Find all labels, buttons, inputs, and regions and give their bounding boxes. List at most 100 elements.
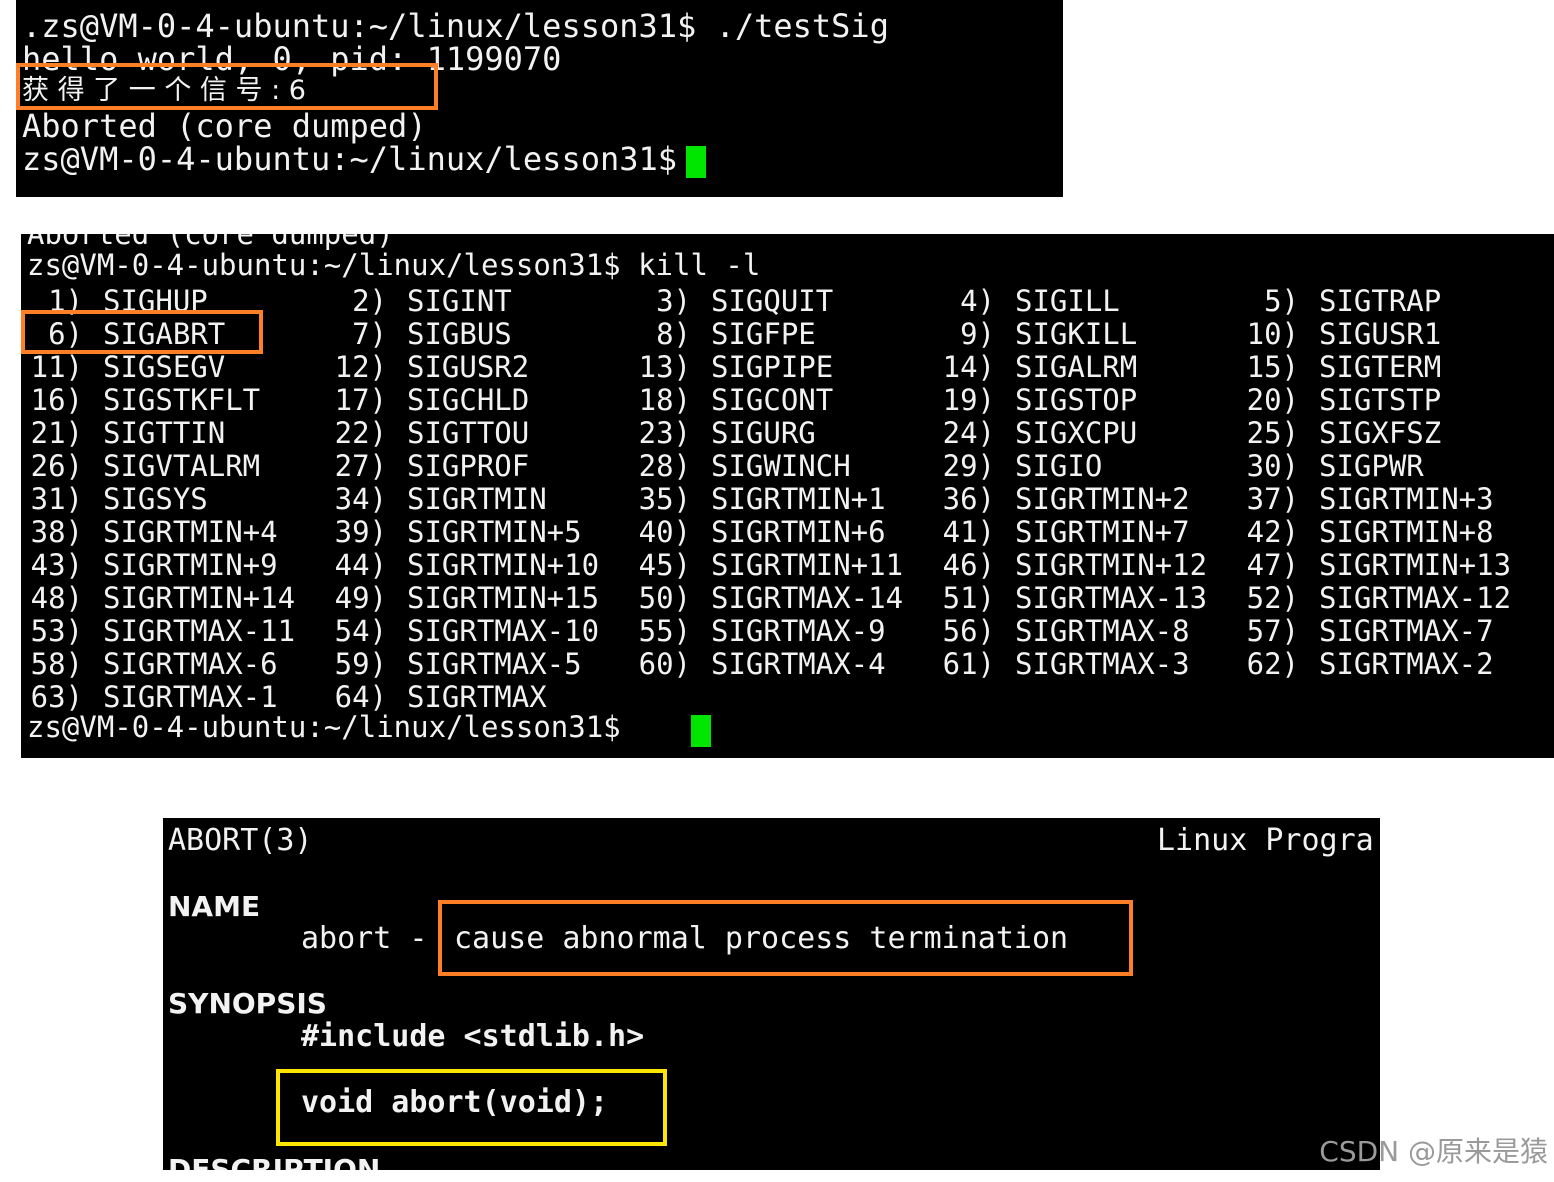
signal-name: SIGRTMAX-7	[1319, 614, 1494, 648]
signal-number: 13)	[638, 350, 691, 384]
signal-name: SIGRTMIN+4	[103, 515, 278, 549]
terminal-line-clipped: Aborted (core dumped)	[27, 234, 394, 251]
man-include-line: #include <stdlib.h>	[301, 1019, 645, 1054]
signal-name: SIGRTMIN+12	[1015, 548, 1208, 582]
signal-number: 16)	[30, 383, 83, 417]
signal-name: SIGSYS	[103, 482, 208, 516]
signal-name: SIGURG	[711, 416, 816, 450]
signal-number: 64)	[334, 680, 387, 714]
signal-name: SIGUSR2	[407, 350, 530, 384]
terminal-cursor	[691, 715, 711, 747]
signal-number: 31)	[30, 482, 83, 516]
signal-number: 41)	[942, 515, 995, 549]
signal-name: SIGBUS	[407, 317, 512, 351]
signal-name: SIGRTMIN+6	[711, 515, 886, 549]
signal-name: SIGRTMIN+1	[711, 482, 886, 516]
signal-number: 27)	[334, 449, 387, 483]
man-name-heading: NAME	[168, 890, 261, 923]
signal-number: 2)	[352, 284, 387, 318]
signal-name: SIGRTMIN+15	[407, 581, 600, 615]
signal-name: SIGALRM	[1015, 350, 1138, 384]
signal-name: SIGTTIN	[103, 416, 226, 450]
signal-name: SIGRTMAX-11	[103, 614, 296, 648]
signal-name: SIGRTMIN+8	[1319, 515, 1494, 549]
watermark-text: CSDN @原来是猿	[1319, 1135, 1548, 1168]
signal-number: 36)	[942, 482, 995, 516]
signal-number: 3)	[656, 284, 691, 318]
signal-number: 19)	[942, 383, 995, 417]
highlight-box-sigabrt	[21, 310, 263, 354]
signal-name: SIGPIPE	[711, 350, 834, 384]
terminal-line-prompt: zs@VM-0-4-ubuntu:~/linux/lesson31$	[27, 710, 639, 744]
signal-name: SIGILL	[1015, 284, 1120, 318]
terminal-line-command: zs@VM-0-4-ubuntu:~/linux/lesson31$ kill …	[27, 248, 761, 282]
man-page-abort: ABORT(3) Linux Progra NAME abort - cause…	[163, 818, 1380, 1170]
signal-name: SIGTTOU	[407, 416, 530, 450]
signal-name: SIGPWR	[1319, 449, 1424, 483]
terminal-line-aborted: Aborted (core dumped)	[22, 107, 427, 145]
signal-number: 37)	[1246, 482, 1299, 516]
signal-number: 48)	[30, 581, 83, 615]
signal-name: SIGRTMIN+10	[407, 548, 600, 582]
signal-number: 14)	[942, 350, 995, 384]
terminal-cursor	[686, 146, 706, 178]
terminal-line-prompt: zs@VM-0-4-ubuntu:~/linux/lesson31$	[22, 140, 697, 178]
signal-number: 28)	[638, 449, 691, 483]
signal-number: 47)	[1246, 548, 1299, 582]
signal-name: SIGRTMIN+14	[103, 581, 296, 615]
signal-number: 40)	[638, 515, 691, 549]
signal-name: SIGFPE	[711, 317, 816, 351]
signal-name: SIGRTMIN+5	[407, 515, 582, 549]
terminal-window-kill-list: Aborted (core dumped) zs@VM-0-4-ubuntu:~…	[21, 234, 1554, 758]
signal-name: SIGRTMAX-2	[1319, 647, 1494, 681]
signal-name: SIGTRAP	[1319, 284, 1442, 318]
signal-number: 55)	[638, 614, 691, 648]
signal-name: SIGINT	[407, 284, 512, 318]
signal-name: SIGKILL	[1015, 317, 1138, 351]
signal-number: 29)	[942, 449, 995, 483]
signal-name: SIGRTMIN+2	[1015, 482, 1190, 516]
signal-number: 17)	[334, 383, 387, 417]
signal-number: 53)	[30, 614, 83, 648]
signal-name: SIGRTMAX-4	[711, 647, 886, 681]
signal-number: 59)	[334, 647, 387, 681]
signal-number: 44)	[334, 548, 387, 582]
signal-number: 24)	[942, 416, 995, 450]
signal-name: SIGRTMAX-13	[1015, 581, 1208, 615]
signal-number: 21)	[30, 416, 83, 450]
signal-name: SIGXFSZ	[1319, 416, 1442, 450]
signal-name: SIGRTMAX-12	[1319, 581, 1512, 615]
terminal-window-testsig: .zs@VM-0-4-ubuntu:~/linux/lesson31$ ./te…	[16, 0, 1063, 197]
signal-number: 42)	[1246, 515, 1299, 549]
signal-name: SIGRTMAX-8	[1015, 614, 1190, 648]
signal-name: SIGUSR1	[1319, 317, 1442, 351]
signal-number: 52)	[1246, 581, 1299, 615]
signal-name: SIGSTOP	[1015, 383, 1138, 417]
signal-name: SIGQUIT	[711, 284, 834, 318]
signal-name: SIGRTMAX-9	[711, 614, 886, 648]
signal-name: SIGIO	[1015, 449, 1103, 483]
highlight-box-prototype	[276, 1069, 667, 1146]
signal-name: SIGTSTP	[1319, 383, 1442, 417]
signal-number: 23)	[638, 416, 691, 450]
signal-name: SIGRTMIN+9	[103, 548, 278, 582]
signal-number: 4)	[960, 284, 995, 318]
signal-number: 8)	[656, 317, 691, 351]
man-description-heading: DESCRIPTION	[168, 1153, 381, 1171]
signal-number: 57)	[1246, 614, 1299, 648]
signal-number: 15)	[1246, 350, 1299, 384]
signal-name: SIGRTMAX-3	[1015, 647, 1190, 681]
signal-name: SIGRTMAX-14	[711, 581, 904, 615]
signal-number: 38)	[30, 515, 83, 549]
signal-number: 45)	[638, 548, 691, 582]
signal-number: 50)	[638, 581, 691, 615]
signal-number: 62)	[1246, 647, 1299, 681]
signal-number: 58)	[30, 647, 83, 681]
signal-number: 11)	[30, 350, 83, 384]
signal-name: SIGRTMAX-6	[103, 647, 278, 681]
signal-number: 54)	[334, 614, 387, 648]
signal-name: SIGWINCH	[711, 449, 851, 483]
signal-number: 12)	[334, 350, 387, 384]
signal-number: 18)	[638, 383, 691, 417]
signal-number: 22)	[334, 416, 387, 450]
